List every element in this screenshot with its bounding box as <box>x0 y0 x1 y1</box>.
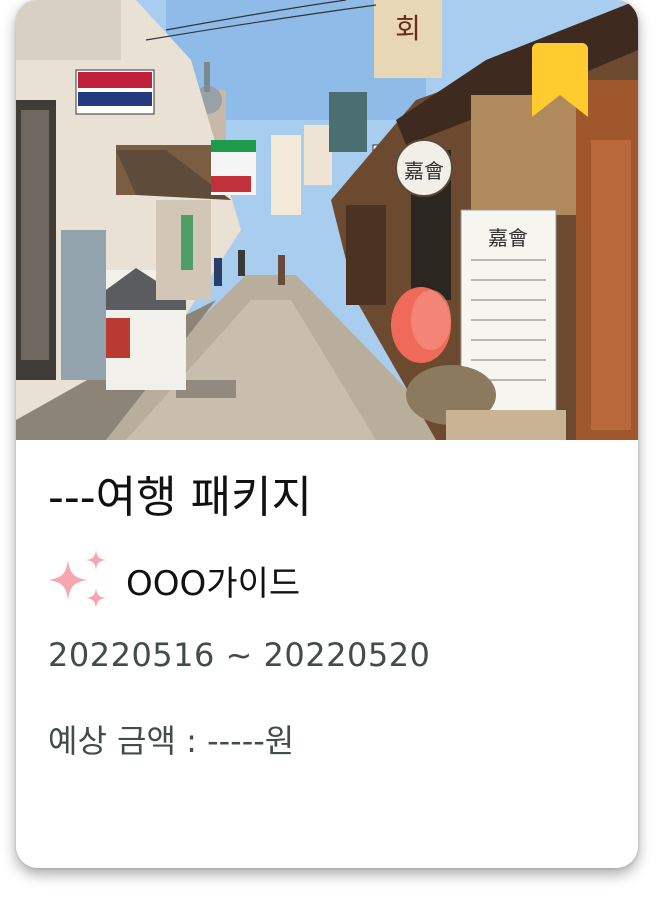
menu-board-title: 嘉會 <box>488 226 528 250</box>
package-card[interactable]: 嘉會 嘉會 회 ---여행 패키지 OOO가이드 20220516 ~ 2022… <box>16 0 638 868</box>
estimated-price: 예상 금액 : -----원 <box>48 716 294 762</box>
travel-dates: 20220516 ~ 20220520 <box>48 636 431 674</box>
sparkle-icon <box>48 550 106 608</box>
package-title: ---여행 패키지 <box>48 472 313 523</box>
bookmark-icon[interactable] <box>532 43 588 117</box>
package-photo: 嘉會 嘉會 회 <box>16 0 638 440</box>
price-label: 예상 금액 : <box>48 722 197 760</box>
hanging-sign-text: 회 <box>395 12 421 45</box>
round-sign-text: 嘉會 <box>404 159 444 183</box>
guide-name: OOO가이드 <box>126 563 301 604</box>
package-details: ---여행 패키지 OOO가이드 20220516 ~ 20220520 예상 … <box>16 440 638 868</box>
guide-info: OOO가이드 <box>46 550 300 610</box>
price-value: -----원 <box>207 722 295 760</box>
